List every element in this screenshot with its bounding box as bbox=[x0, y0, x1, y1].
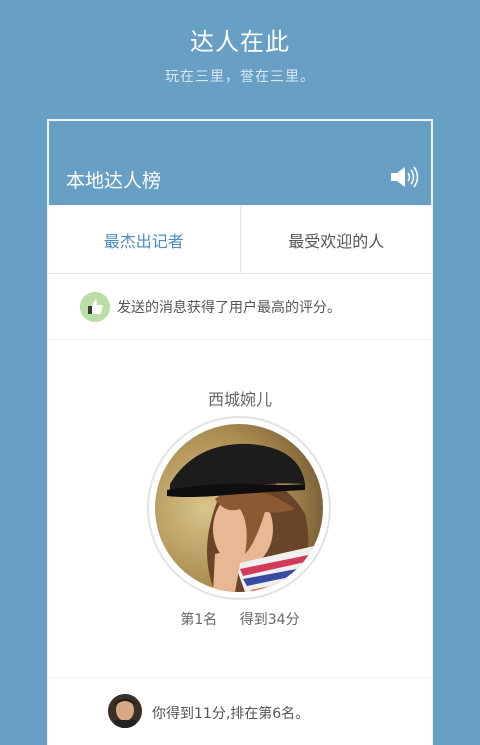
notice-bar: 发送的消息获得了用户最高的评分。 bbox=[48, 274, 432, 340]
winner-photo bbox=[155, 424, 323, 592]
card-title: 本地达人榜 bbox=[66, 170, 162, 192]
notice-text: 发送的消息获得了用户最高的评分。 bbox=[117, 300, 341, 316]
ranking-tabs: 最杰出记者 最受欢迎的人 bbox=[48, 206, 432, 274]
page-subtitle: 玩在三里，誉在三里。 bbox=[165, 69, 315, 85]
winner-rank: 第1名 得到34分 bbox=[48, 609, 432, 629]
rank-label: 第1名 bbox=[180, 612, 218, 628]
my-score-text: 你得到11分,排在第6名。 bbox=[152, 706, 310, 722]
winner-avatar[interactable] bbox=[147, 416, 331, 600]
my-score-bar: 你得到11分,排在第6名。 bbox=[48, 677, 432, 745]
score-label: 得到34分 bbox=[239, 612, 300, 628]
tab-best-reporter[interactable]: 最杰出记者 bbox=[48, 206, 240, 273]
thumbs-up-icon bbox=[80, 292, 110, 322]
tab-most-popular[interactable]: 最受欢迎的人 bbox=[239, 206, 433, 273]
page-title: 达人在此 bbox=[190, 28, 290, 56]
winner-name: 西城婉儿 bbox=[207, 390, 272, 409]
leaderboard-card: 本地达人榜 最杰出记者 最受欢迎的人 发送的消息获得了用户最高的评分。 西城婉儿 bbox=[48, 120, 432, 745]
card-header: 本地达人榜 bbox=[48, 120, 432, 206]
user-avatar[interactable] bbox=[108, 694, 142, 728]
speaker-icon[interactable] bbox=[390, 165, 420, 189]
